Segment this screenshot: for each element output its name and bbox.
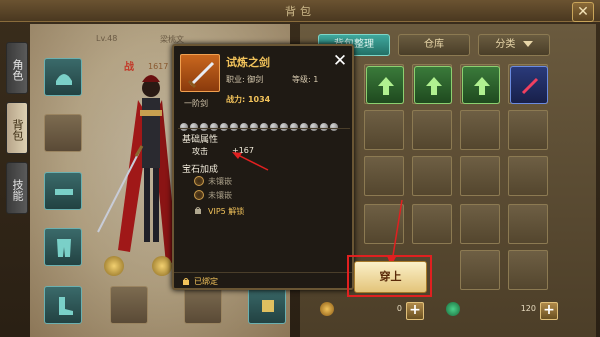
equip-button[interactable]: 穿上 (354, 261, 427, 293)
annotation-arrow-equip (391, 199, 403, 263)
annotation-arrow-attack (235, 153, 269, 171)
annotation-arrows (232, 152, 403, 266)
